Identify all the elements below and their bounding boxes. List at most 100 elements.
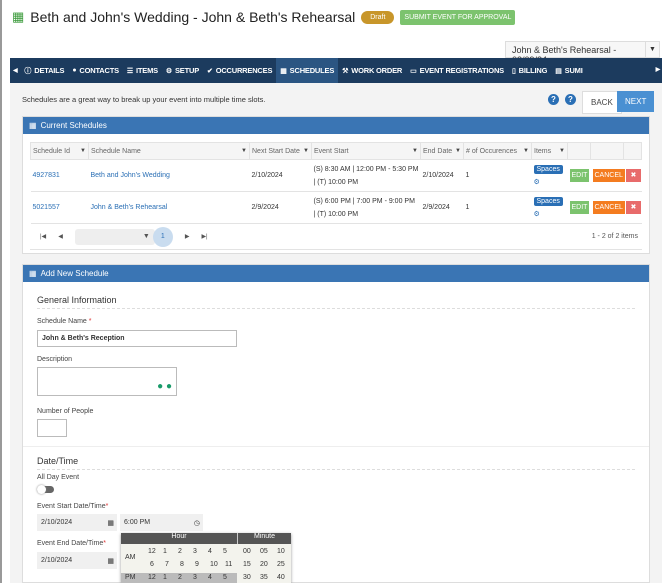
hour-option[interactable]: 2 (178, 548, 182, 555)
gear-icon[interactable]: ⚙ (534, 211, 540, 218)
tab-billing[interactable]: ▯BILLING (508, 58, 551, 83)
filter-icon[interactable]: ▼ (241, 148, 247, 154)
edit-button[interactable]: EDIT (570, 169, 590, 182)
page-number[interactable]: 1 (153, 227, 173, 247)
minute-option[interactable]: 35 (260, 574, 268, 581)
column-header[interactable]: Schedule Name▼ (89, 143, 250, 160)
minute-option[interactable]: 25 (277, 561, 285, 568)
schedule-name-link[interactable]: Beth and John's Wedding (91, 172, 170, 179)
edit-button[interactable]: EDIT (570, 201, 590, 214)
column-header[interactable]: # of Occurences▼ (464, 143, 532, 160)
trash-icon[interactable]: ✖ (626, 201, 642, 214)
cancel-button[interactable]: CANCEL (593, 201, 625, 214)
trash-icon[interactable]: ✖ (626, 169, 642, 182)
tab-event-registrations[interactable]: ▭EVENT REGISTRATIONS (406, 58, 508, 83)
people-input[interactable] (37, 419, 67, 437)
hour-option[interactable]: 1 (163, 574, 167, 581)
column-header[interactable]: Event Start▼ (312, 143, 421, 160)
hour-option[interactable]: 3 (193, 548, 197, 555)
hour-option[interactable]: 4 (208, 548, 212, 555)
description-input[interactable]: ● ● (37, 367, 177, 396)
spaces-button[interactable]: Spaces (534, 197, 563, 206)
gear-icon[interactable]: ⚙ (534, 179, 540, 186)
calendar-icon[interactable]: ▦ (107, 557, 114, 565)
scroll-right-icon[interactable]: ▶ (656, 58, 660, 83)
tab-occurrences[interactable]: ✔OCCURRENCES (203, 58, 276, 83)
hour-option[interactable]: 7 (165, 561, 169, 568)
filter-icon[interactable]: ▼ (455, 148, 461, 154)
hour-option[interactable]: 3 (193, 574, 197, 581)
tab-details[interactable]: ⓘDETAILS (20, 58, 68, 83)
spaces-button[interactable]: Spaces (534, 165, 563, 174)
hour-option[interactable]: 11 (225, 561, 232, 568)
schedule-id-link[interactable]: 4927831 (33, 172, 60, 179)
hour-option[interactable]: 6 (150, 561, 154, 568)
hour-header: Hour (121, 533, 237, 544)
submit-approval-button[interactable]: SUBMIT EVENT FOR APPROVAL (400, 10, 515, 25)
all-day-toggle[interactable] (37, 486, 54, 493)
schedule-select[interactable]: John & Beth's Rehearsal - 02/09/24▼ (505, 41, 660, 58)
grammarly-icon[interactable]: ● ● (157, 381, 172, 392)
tab-summary[interactable]: ▤SUMI (551, 58, 586, 83)
next-button[interactable]: NEXT (617, 91, 654, 112)
hour-option[interactable]: 10 (210, 561, 218, 568)
clock-icon[interactable]: ◷ (194, 519, 200, 527)
first-page-icon[interactable]: |◀ (40, 233, 46, 240)
am-option[interactable]: AM (125, 554, 136, 561)
schedule-id-link[interactable]: 5021557 (33, 204, 60, 211)
calendar-icon[interactable]: ▦ (107, 519, 114, 527)
column-header[interactable]: End Date▼ (421, 143, 464, 160)
end-date: 2/10/2024 (421, 160, 464, 192)
intro-text: Schedules are a great way to break up yo… (22, 95, 265, 104)
pm-option[interactable]: PM (125, 574, 136, 581)
scroll-left-icon[interactable]: ◀ (10, 67, 20, 74)
minute-option[interactable]: 40 (277, 574, 285, 581)
start-date-input[interactable]: 2/10/2024▦ (37, 514, 117, 531)
tab-setup[interactable]: ⚙SETUP (162, 58, 203, 83)
filter-icon[interactable]: ▼ (303, 148, 309, 154)
end-date-input[interactable]: 2/10/2024▦ (37, 552, 117, 569)
status-badge: Draft (361, 11, 394, 24)
tab-contacts[interactable]: ●CONTACTS (68, 58, 123, 83)
help-icon[interactable]: ? (548, 94, 559, 105)
next-start-date: 2/9/2024 (250, 192, 312, 224)
hour-option[interactable]: 9 (195, 561, 199, 568)
column-header[interactable]: Schedule Id▼ (31, 143, 89, 160)
tab-items[interactable]: ☰ITEMS (123, 58, 162, 83)
minute-option[interactable]: 05 (260, 548, 268, 555)
filter-icon[interactable]: ▼ (412, 148, 418, 154)
hour-option[interactable]: 12 (148, 548, 156, 555)
tab-work-order[interactable]: ⚒WORK ORDER (338, 58, 406, 83)
filter-icon[interactable]: ▼ (523, 148, 529, 154)
minute-option[interactable]: 30 (243, 574, 251, 581)
hour-option[interactable]: 2 (178, 574, 182, 581)
wrench-icon: ⚒ (342, 67, 348, 75)
filter-icon[interactable]: ▼ (559, 148, 565, 154)
minute-option[interactable]: 00 (243, 548, 251, 555)
minute-option[interactable]: 20 (260, 561, 268, 568)
cancel-button[interactable]: CANCEL (593, 169, 625, 182)
minute-option[interactable]: 15 (243, 561, 251, 568)
hour-option[interactable]: 8 (180, 561, 184, 568)
back-button[interactable]: BACK (582, 91, 622, 114)
hour-option[interactable]: 1 (163, 548, 167, 555)
schedule-name-input[interactable]: John & Beth's Reception (37, 330, 237, 347)
page-size-select[interactable]: ▼ (75, 229, 155, 245)
tab-schedules[interactable]: ▦SCHEDULES (276, 58, 338, 83)
next-page-icon[interactable]: ▶ (185, 233, 190, 240)
schedule-name-link[interactable]: John & Beth's Rehearsal (91, 204, 168, 211)
filter-icon[interactable]: ▼ (80, 148, 86, 154)
help-icon[interactable]: ? (565, 94, 576, 105)
hour-option[interactable]: 5 (223, 574, 227, 581)
column-header[interactable]: Next Start Date▼ (250, 143, 312, 160)
last-page-icon[interactable]: ▶| (201, 233, 207, 240)
divider (23, 446, 649, 447)
occurrences: 1 (464, 160, 532, 192)
hour-option[interactable]: 5 (223, 548, 227, 555)
column-header[interactable]: Items▼ (532, 143, 568, 160)
start-time-input[interactable]: 6:00 PM◷ (120, 514, 203, 531)
prev-page-icon[interactable]: ◀ (58, 233, 63, 240)
hour-option[interactable]: 12 (148, 574, 156, 581)
hour-option[interactable]: 4 (208, 574, 212, 581)
minute-option[interactable]: 10 (277, 548, 285, 555)
